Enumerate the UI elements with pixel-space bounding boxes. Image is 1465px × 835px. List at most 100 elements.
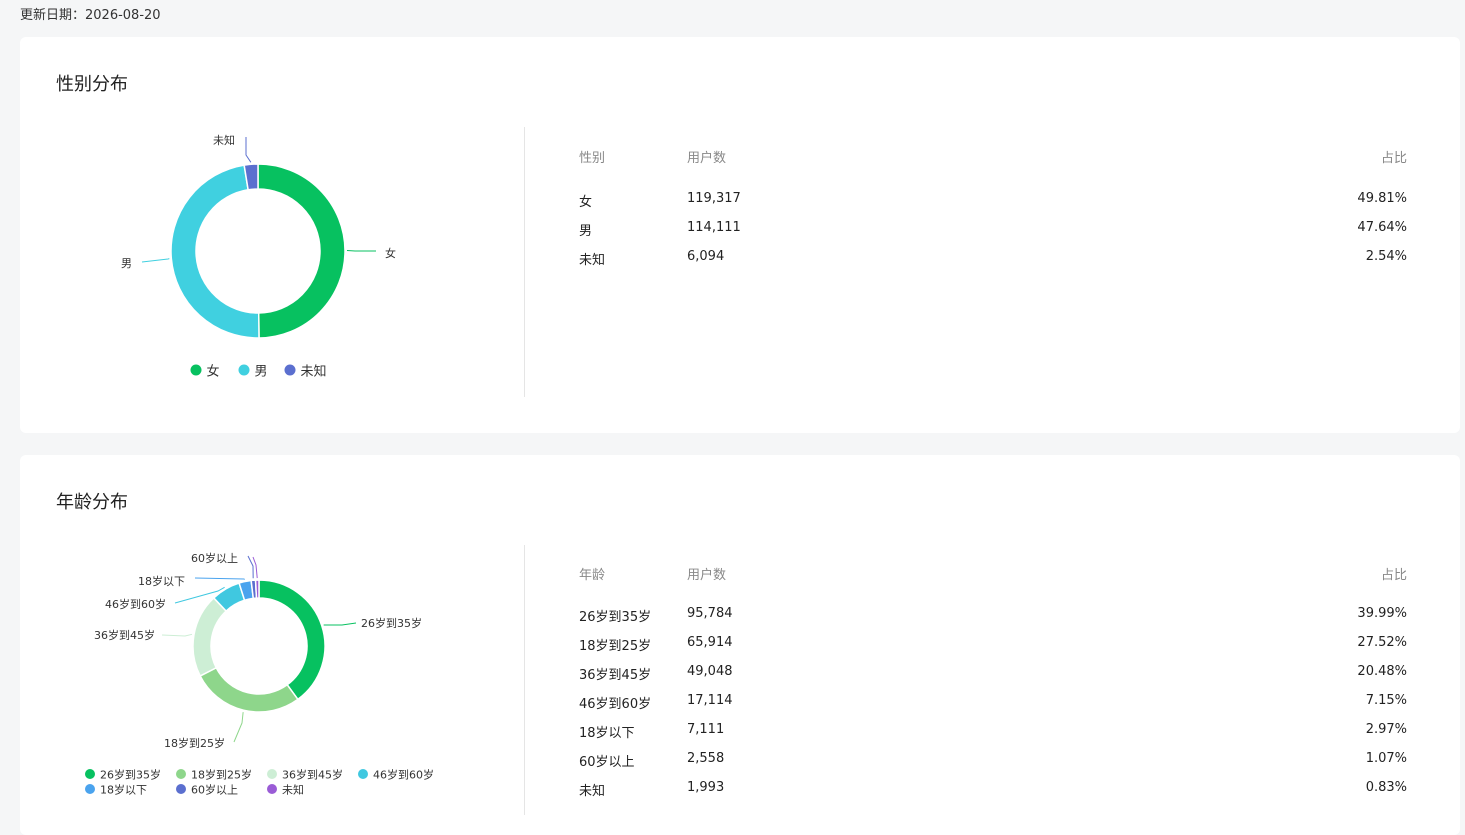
row-label: 60岁以上: [579, 755, 635, 770]
gender-header-count: 用户数: [687, 151, 727, 166]
slice-label: 男: [121, 257, 132, 270]
age-header-label: 年龄: [579, 568, 606, 583]
table-row: 未知 1,993 0.83%: [579, 774, 1407, 803]
donut-slice[interactable]: [254, 579, 260, 599]
legend-item[interactable]: 男: [238, 364, 268, 380]
donut-slice[interactable]: [199, 666, 299, 713]
row-pct: 47.64%: [1357, 220, 1407, 235]
gender-header-label: 性别: [579, 151, 606, 166]
update-date: 更新日期：2026-08-20: [20, 4, 161, 23]
legend-label: 26岁到35岁: [100, 768, 161, 782]
row-count: 119,317: [687, 191, 741, 206]
row-pct: 2.54%: [1365, 249, 1407, 264]
row-count: 65,914: [687, 635, 733, 650]
row-label: 36岁到45岁: [579, 668, 652, 683]
leader-line: [141, 258, 170, 263]
legend-label: 未知: [282, 783, 304, 797]
table-row: 18岁到25岁 65,914 27.52%: [579, 629, 1407, 658]
legend-dot: [267, 784, 277, 794]
leader-line: [161, 633, 193, 637]
slice-label: 46岁到60岁: [105, 597, 166, 611]
legend-label: 46岁到60岁: [373, 768, 434, 782]
row-label: 18岁到25岁: [579, 639, 652, 654]
age-donut-chart: 26岁到35岁18岁到25岁36岁到45岁46岁到60岁18岁以下60岁以上未知…: [85, 551, 434, 797]
legend-label: 女: [207, 364, 220, 380]
donut-slice[interactable]: [257, 163, 346, 339]
update-date-value: 2026-08-20: [85, 8, 161, 23]
row-label: 18岁以下: [579, 726, 635, 741]
table-row: 46岁到60岁 17,114 7.15%: [579, 687, 1407, 716]
row-count: 95,784: [687, 606, 733, 621]
donut-slice[interactable]: [258, 579, 326, 701]
legend-dot: [284, 364, 296, 376]
age-card: 年龄分布 26岁到35岁 18岁到25岁 36岁到45岁 46岁到60岁 18岁以下 60…: [20, 455, 1460, 835]
row-pct: 7.15%: [1365, 693, 1407, 708]
legend-item[interactable]: 36岁到45岁: [267, 768, 343, 782]
legend-item[interactable]: 未知: [267, 783, 304, 797]
row-label: 26岁到35岁: [579, 610, 652, 625]
legend-label: 18岁到25岁: [191, 768, 252, 782]
leader-line: [194, 577, 245, 580]
gender-table-header: 性别 用户数 占比: [579, 141, 1407, 185]
table-row: 60岁以上 2,558 1.07%: [579, 745, 1407, 774]
legend-dot: [190, 364, 202, 376]
age-header-count: 用户数: [687, 568, 727, 583]
legend-dot: [85, 769, 95, 779]
table-row: 36岁到45岁 49,048 20.48%: [579, 658, 1407, 687]
row-pct: 2.97%: [1365, 722, 1407, 737]
slice-label: 26岁到35岁: [361, 616, 422, 630]
row-pct: 20.48%: [1357, 664, 1407, 679]
row-label: 46岁到60岁: [579, 697, 652, 712]
row-label: 男: [579, 224, 593, 239]
legend-label: 60岁以上: [191, 783, 238, 797]
gender-donut-chart: 女男未知女男未知: [121, 133, 396, 380]
slice-label: 60岁以上: [191, 551, 238, 565]
donut-slice[interactable]: [192, 596, 228, 677]
row-count: 2,558: [687, 751, 725, 766]
table-row: 男 114,111 47.64%: [579, 214, 1407, 243]
slice-label: 36岁到45岁: [94, 628, 155, 642]
age-header-pct: 占比: [1380, 568, 1407, 583]
row-count: 6,094: [687, 249, 725, 264]
update-date-label: 更新日期：: [20, 8, 86, 23]
table-row: 18岁以下 7,111 2.97%: [579, 716, 1407, 745]
row-label: 未知: [579, 253, 606, 268]
slice-label: 18岁到25岁: [164, 736, 225, 750]
table-row: 女 119,317 49.81%: [579, 185, 1407, 214]
slice-label: 未知: [213, 133, 235, 147]
legend-item[interactable]: 18岁以下: [85, 783, 147, 797]
gender-table: 性别 用户数 占比 女 119,317 49.81% 男 114,111 47.…: [579, 141, 1407, 272]
legend-item[interactable]: 女: [190, 364, 220, 380]
legend-dot: [358, 769, 368, 779]
legend-item[interactable]: 未知: [284, 364, 327, 380]
legend-label: 未知: [301, 364, 327, 380]
gender-divider: [524, 127, 525, 397]
row-pct: 27.52%: [1357, 635, 1407, 650]
legend-item[interactable]: 18岁到25岁: [176, 768, 252, 782]
slice-label: 女: [385, 246, 396, 260]
leader-line: [346, 249, 376, 252]
leader-line: [252, 556, 258, 579]
row-label: 女: [579, 195, 593, 210]
row-pct: 49.81%: [1357, 191, 1407, 206]
donut-slice[interactable]: [170, 164, 260, 339]
leader-line: [245, 137, 252, 163]
row-count: 49,048: [687, 664, 733, 679]
row-pct: 39.99%: [1357, 606, 1407, 621]
legend-label: 18岁以下: [100, 783, 147, 797]
legend-dot: [176, 784, 186, 794]
legend-item[interactable]: 26岁到35岁: [85, 768, 161, 782]
age-table-header: 年龄 用户数 占比: [579, 558, 1407, 600]
gender-header-pct: 占比: [1380, 151, 1407, 166]
legend-item[interactable]: 60岁以上: [176, 783, 238, 797]
legend-label: 36岁到45岁: [282, 768, 343, 782]
row-count: 114,111: [687, 220, 741, 235]
row-count: 7,111: [687, 722, 725, 737]
legend-label: 男: [255, 365, 268, 380]
legend-item[interactable]: 46岁到60岁: [358, 768, 434, 782]
legend-dot: [238, 364, 250, 376]
legend-dot: [267, 769, 277, 779]
age-divider: [524, 545, 525, 815]
leader-line: [247, 555, 254, 579]
leader-line: [233, 712, 244, 743]
